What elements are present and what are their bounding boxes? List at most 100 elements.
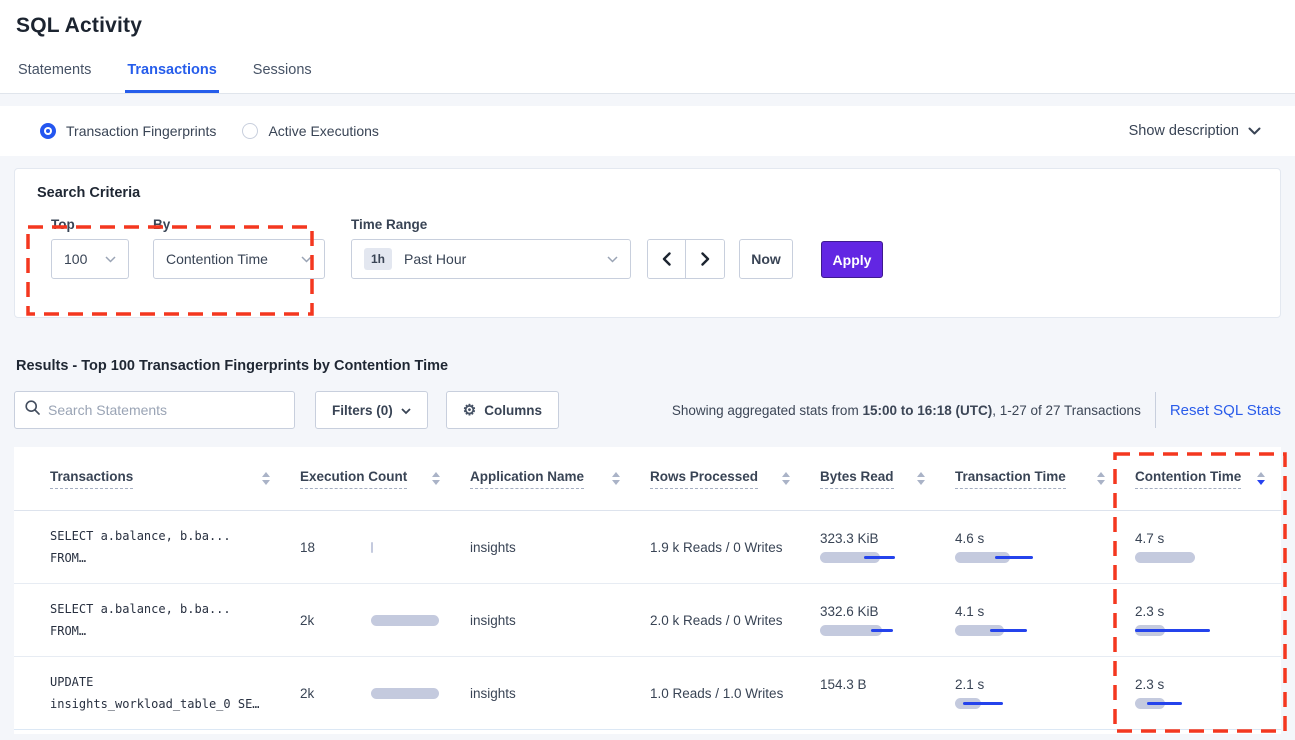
radio-label: Active Executions bbox=[268, 123, 379, 139]
transactions-table: Transactions Execution Count Application… bbox=[14, 447, 1281, 734]
rows-processed-cell: 1.9 k Reads / 0 Writes bbox=[650, 511, 820, 583]
radio-unselected-icon bbox=[242, 123, 258, 139]
application-name-cell: insights bbox=[470, 657, 650, 729]
execution-count-cell: 2k bbox=[300, 657, 470, 729]
page-header: SQL Activity Statements Transactions Ses… bbox=[0, 0, 1295, 94]
time-range-field: Time Range 1h Past Hour bbox=[351, 217, 631, 279]
transaction-time-cell: 4.6 s bbox=[955, 511, 1135, 583]
transaction-fingerprint-link[interactable]: SELECT a.balance, b.ba... FROM… bbox=[50, 511, 300, 583]
table-row: SELECT a.balance, b.ba... FROM… 18 insig… bbox=[14, 511, 1281, 584]
search-statements-input[interactable] bbox=[48, 402, 284, 418]
results-controls: Filters (0) ⚙ Columns Showing aggregated… bbox=[14, 391, 1281, 429]
sql-activity-page: SQL Activity Statements Transactions Ses… bbox=[0, 0, 1295, 740]
application-name-cell: insights bbox=[470, 584, 650, 656]
column-header-execution-count[interactable]: Execution Count bbox=[300, 469, 470, 489]
sort-icon-active-desc[interactable] bbox=[1257, 472, 1265, 485]
transaction-fingerprint-link[interactable]: UPDATE insights_workload_table_0 SE… bbox=[50, 657, 300, 729]
reset-sql-stats-link[interactable]: Reset SQL Stats bbox=[1170, 402, 1281, 419]
execution-count-cell: 18 bbox=[300, 511, 470, 583]
by-select[interactable]: Contention Time bbox=[153, 239, 325, 279]
apply-button[interactable]: Apply bbox=[821, 241, 883, 278]
tab-sessions[interactable]: Sessions bbox=[251, 62, 314, 93]
contention-time-cell: 4.7 s bbox=[1135, 511, 1269, 583]
sort-icon[interactable] bbox=[782, 472, 790, 485]
execution-count-bar bbox=[371, 688, 470, 699]
bytes-read-cell: 154.3 B bbox=[820, 657, 955, 729]
contention-time-cell: 2.3 s bbox=[1135, 657, 1269, 729]
transaction-time-bar bbox=[955, 552, 1055, 563]
chevron-down-icon bbox=[105, 256, 116, 263]
application-name-cell: insights bbox=[470, 511, 650, 583]
aggregated-stats-text: Showing aggregated stats from 15:00 to 1… bbox=[672, 403, 1141, 418]
contention-time-bar bbox=[1135, 698, 1235, 709]
execution-count-bar bbox=[371, 542, 470, 553]
rows-processed-cell: 1.0 Reads / 1.0 Writes bbox=[650, 657, 820, 729]
top-field: Top 100 bbox=[51, 217, 129, 279]
search-criteria-controls: Top 100 By Contention Time Time Range 1h bbox=[37, 217, 1258, 279]
radio-label: Transaction Fingerprints bbox=[66, 123, 216, 139]
search-criteria-card: Search Criteria Top 100 By Contention Ti… bbox=[14, 168, 1281, 318]
column-header-rows-processed[interactable]: Rows Processed bbox=[650, 469, 820, 489]
contention-time-bar bbox=[1135, 552, 1235, 563]
columns-button[interactable]: ⚙ Columns bbox=[446, 391, 559, 429]
transaction-time-cell: 4.1 s bbox=[955, 584, 1135, 656]
contention-time-cell: 2.3 s bbox=[1135, 584, 1269, 656]
sort-icon[interactable] bbox=[432, 472, 440, 485]
by-field: By Contention Time bbox=[153, 217, 325, 279]
transaction-time-bar bbox=[955, 625, 1055, 636]
show-description-toggle[interactable]: Show description bbox=[1129, 123, 1261, 139]
by-label: By bbox=[153, 217, 325, 232]
tab-transactions[interactable]: Transactions bbox=[125, 62, 218, 93]
now-button[interactable]: Now bbox=[739, 239, 793, 279]
filters-label: Filters (0) bbox=[332, 403, 393, 418]
top-label: Top bbox=[51, 217, 129, 232]
chevron-down-icon bbox=[301, 256, 312, 263]
time-range-badge: 1h bbox=[364, 248, 392, 270]
filters-button[interactable]: Filters (0) bbox=[315, 391, 428, 429]
chevron-down-icon bbox=[1248, 127, 1261, 135]
bytes-read-cell: 323.3 KiB bbox=[820, 511, 955, 583]
top-select[interactable]: 100 bbox=[51, 239, 129, 279]
radio-selected-icon bbox=[40, 123, 56, 139]
radio-transaction-fingerprints[interactable]: Transaction Fingerprints bbox=[40, 123, 216, 139]
search-icon bbox=[25, 400, 40, 420]
bytes-read-bar bbox=[820, 552, 920, 563]
sort-icon[interactable] bbox=[262, 472, 270, 485]
by-select-value: Contention Time bbox=[166, 251, 268, 267]
next-interval-button[interactable] bbox=[686, 240, 724, 278]
transaction-time-cell: 2.1 s bbox=[955, 657, 1135, 729]
execution-count-bar bbox=[371, 615, 470, 626]
sort-icon[interactable] bbox=[917, 472, 925, 485]
bytes-read-cell: 332.6 KiB bbox=[820, 584, 955, 656]
contention-time-bar bbox=[1135, 625, 1235, 636]
search-statements-box bbox=[14, 391, 295, 429]
time-range-select[interactable]: 1h Past Hour bbox=[351, 239, 631, 279]
column-header-bytes-read[interactable]: Bytes Read bbox=[820, 469, 955, 489]
stats-group: Showing aggregated stats from 15:00 to 1… bbox=[672, 392, 1281, 428]
columns-label: Columns bbox=[484, 403, 542, 418]
show-description-label: Show description bbox=[1129, 123, 1239, 139]
time-range-label: Time Range bbox=[351, 217, 631, 232]
column-header-transactions[interactable]: Transactions bbox=[50, 469, 300, 489]
vertical-divider bbox=[1155, 392, 1156, 428]
results-heading: Results - Top 100 Transaction Fingerprin… bbox=[16, 358, 1279, 374]
time-step-buttons bbox=[647, 239, 725, 279]
column-header-transaction-time[interactable]: Transaction Time bbox=[955, 469, 1135, 489]
bytes-read-bar bbox=[820, 625, 920, 636]
table-header-row: Transactions Execution Count Application… bbox=[14, 447, 1281, 511]
chevron-down-icon bbox=[607, 256, 618, 263]
execution-count-cell: 2k bbox=[300, 584, 470, 656]
tab-bar: Statements Transactions Sessions bbox=[16, 62, 1279, 93]
tab-statements[interactable]: Statements bbox=[16, 62, 93, 93]
radio-active-executions[interactable]: Active Executions bbox=[242, 123, 379, 139]
table-row: SELECT a.balance, b.ba... FROM… 2k insig… bbox=[14, 584, 1281, 657]
sort-icon[interactable] bbox=[612, 472, 620, 485]
table-row: UPDATE insights_workload_table_0 SE… 2k … bbox=[14, 657, 1281, 730]
sort-icon[interactable] bbox=[1097, 472, 1105, 485]
previous-interval-button[interactable] bbox=[648, 240, 686, 278]
rows-processed-cell: 2.0 k Reads / 0 Writes bbox=[650, 584, 820, 656]
column-header-application-name[interactable]: Application Name bbox=[470, 469, 650, 489]
gear-icon: ⚙ bbox=[463, 401, 476, 419]
column-header-contention-time[interactable]: Contention Time bbox=[1135, 469, 1269, 489]
transaction-fingerprint-link[interactable]: SELECT a.balance, b.ba... FROM… bbox=[50, 584, 300, 656]
